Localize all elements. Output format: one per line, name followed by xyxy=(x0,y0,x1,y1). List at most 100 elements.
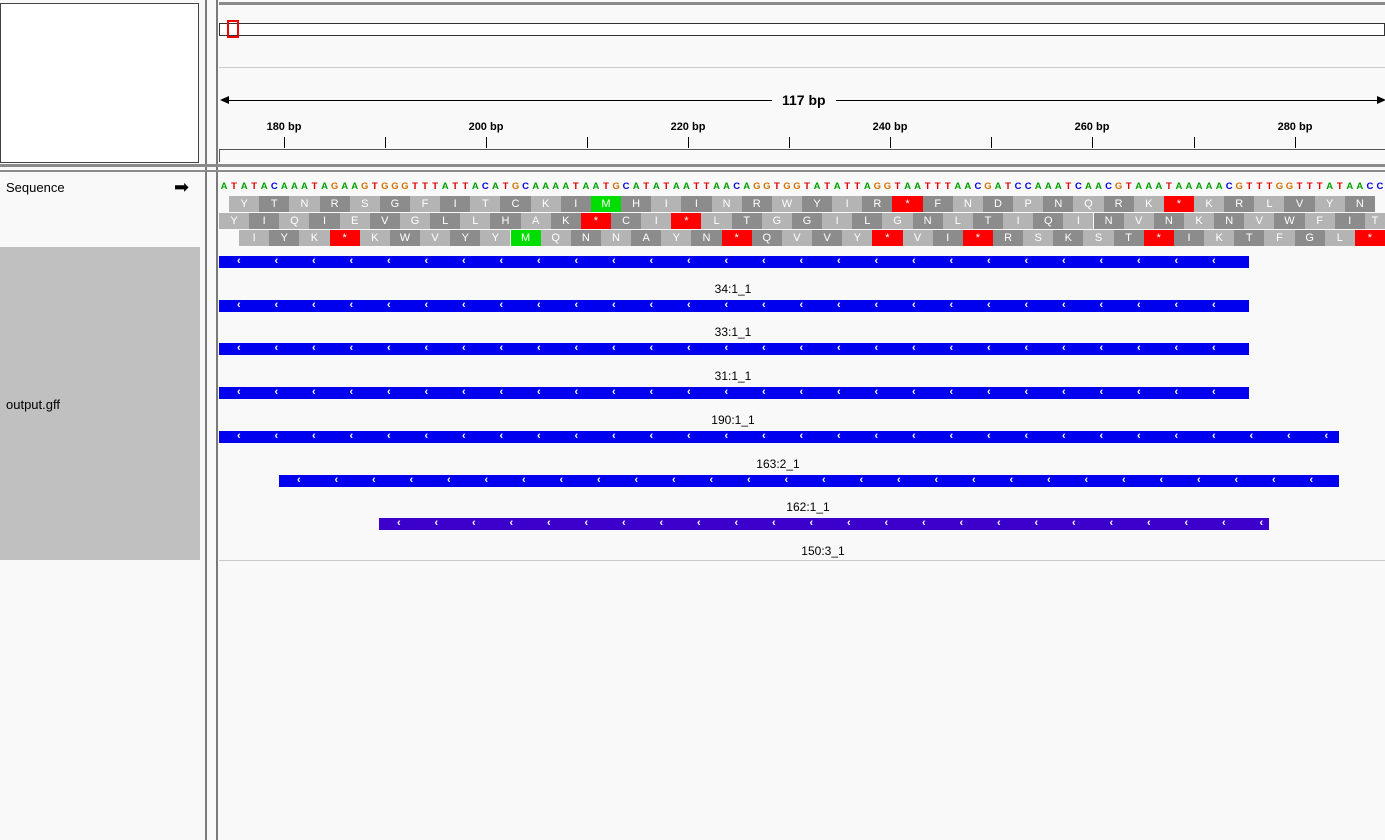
strand-chevron-icon: ‹ xyxy=(499,343,504,354)
base: A xyxy=(632,181,640,192)
strand-chevron-icon: ‹ xyxy=(574,431,579,442)
base: T xyxy=(643,181,650,192)
sequence-track-label[interactable]: Sequence xyxy=(6,180,65,195)
strand-chevron-icon: ‹ xyxy=(1174,300,1179,311)
strand-chevron-icon: ‹ xyxy=(387,387,391,398)
feature-bar[interactable]: ‹ ‹ ‹ ‹ ‹ ‹ ‹ ‹ ‹ ‹ ‹ ‹ ‹ ‹ ‹ ‹ ‹ ‹ ‹ ‹ ‹ ‹ ‹ ‹ xyxy=(379,518,1269,530)
strand-chevron-icon: ‹ xyxy=(297,475,301,486)
strand-chevron-icon: ‹ xyxy=(949,300,954,311)
chromosome-ideogram[interactable] xyxy=(219,23,1385,36)
strand-chevron-icon: ‹ xyxy=(499,256,504,267)
strand-chevron-icon: ‹ xyxy=(884,518,889,529)
amino-acid: I xyxy=(641,213,672,229)
strand-chevron-icon: ‹ xyxy=(462,256,466,267)
base: T xyxy=(432,181,439,192)
amino-acid: * xyxy=(872,230,903,246)
base: G xyxy=(793,181,801,192)
amino-acid: Q xyxy=(1073,196,1104,212)
amino-acid: R xyxy=(992,230,1024,246)
strand-chevron-icon: ‹ xyxy=(612,256,616,267)
strand-chevron-icon: ‹ xyxy=(972,475,976,486)
amino-acid: Y xyxy=(842,230,873,246)
strand-chevron-icon: ‹ xyxy=(312,431,316,442)
amino-acid: K xyxy=(1133,196,1164,212)
amino-acid: * xyxy=(671,213,702,229)
feature-bar[interactable]: ‹ ‹ ‹ ‹ ‹ ‹ ‹ ‹ ‹ ‹ ‹ ‹ ‹ ‹ ‹ ‹ ‹ ‹ ‹ ‹ ‹ ‹ ‹ ‹ ‹ ‹ ‹ ‹ xyxy=(279,475,1339,487)
strand-chevron-icon: ‹ xyxy=(747,475,751,486)
feature-bar[interactable]: ‹ ‹ ‹ ‹ ‹ ‹ ‹ ‹ ‹ ‹ ‹ ‹ ‹ ‹ ‹ ‹ ‹ ‹ ‹ ‹ ‹ ‹ ‹ ‹ ‹ ‹ ‹ ‹ ‹ ‹ xyxy=(219,431,1339,443)
strand-chevron-icon: ‹ xyxy=(1099,431,1104,442)
strand-chevron-icon: ‹ xyxy=(1184,518,1189,529)
amino-acid: F xyxy=(1264,230,1295,246)
amino-acid: T xyxy=(1364,213,1385,229)
amino-acid: T xyxy=(470,196,501,212)
amino-acid: I xyxy=(681,196,712,212)
strand-chevron-icon: ‹ xyxy=(1024,256,1029,267)
feature-bar[interactable]: ‹ ‹ ‹ ‹ ‹ ‹ ‹ ‹ ‹ ‹ ‹ ‹ ‹ ‹ ‹ ‹ ‹ ‹ ‹ ‹ ‹ ‹ ‹ ‹ ‹ ‹ ‹ xyxy=(219,343,1249,355)
strand-chevron-icon: ‹ xyxy=(509,518,514,529)
amino-acid: Y xyxy=(661,230,692,246)
base: T xyxy=(824,181,831,192)
amino-acid: V xyxy=(1284,196,1315,212)
strand-chevron-icon: ‹ xyxy=(537,387,541,398)
strand-chevron-icon: ‹ xyxy=(874,256,879,267)
amino-acid: G xyxy=(882,213,913,229)
strand-chevron-icon: ‹ xyxy=(612,300,616,311)
strand-chevron-icon: ‹ xyxy=(1084,475,1089,486)
base: T xyxy=(693,181,700,192)
feature-bar[interactable]: ‹ ‹ ‹ ‹ ‹ ‹ ‹ ‹ ‹ ‹ ‹ ‹ ‹ ‹ ‹ ‹ ‹ ‹ ‹ ‹ ‹ ‹ ‹ ‹ ‹ ‹ ‹ xyxy=(219,387,1249,399)
strand-chevron-icon: ‹ xyxy=(762,387,766,398)
amino-acid: G xyxy=(399,213,431,229)
strand-chevron-icon: ‹ xyxy=(1137,256,1141,267)
amino-acid: C xyxy=(611,213,642,229)
ruler-tick xyxy=(284,137,285,148)
strand-chevron-icon: ‹ xyxy=(597,475,601,486)
strand-chevron-icon: ‹ xyxy=(312,343,316,354)
strand-chevron-icon: ‹ xyxy=(1234,475,1239,486)
strand-chevron-icon: ‹ xyxy=(462,343,466,354)
base: A xyxy=(1326,181,1334,192)
strand-chevron-icon: ‹ xyxy=(574,343,579,354)
strand-chevron-icon: ‹ xyxy=(499,387,504,398)
feature-track-label[interactable]: output.gff xyxy=(6,397,60,412)
base: A xyxy=(552,181,560,192)
strand-arrow-icon[interactable]: ➡ xyxy=(174,178,189,196)
base: A xyxy=(1346,181,1354,192)
strand-chevron-icon: ‹ xyxy=(912,256,916,267)
base: A xyxy=(904,181,911,192)
base: A xyxy=(1155,181,1163,192)
base: A xyxy=(672,181,680,192)
amino-acid: Y xyxy=(1314,196,1345,212)
amino-acid: T xyxy=(731,213,762,229)
current-region-marker[interactable] xyxy=(227,20,239,38)
panel-divider[interactable] xyxy=(205,0,207,840)
strand-chevron-icon: ‹ xyxy=(784,475,789,486)
feature-bar[interactable]: ‹ ‹ ‹ ‹ ‹ ‹ ‹ ‹ ‹ ‹ ‹ ‹ ‹ ‹ ‹ ‹ ‹ ‹ ‹ ‹ ‹ ‹ ‹ ‹ ‹ ‹ ‹ xyxy=(219,300,1249,312)
strand-chevron-icon: ‹ xyxy=(837,256,841,267)
base: T xyxy=(502,181,509,192)
base: G xyxy=(1114,181,1123,192)
amino-acid: C xyxy=(500,196,531,212)
amino-acid: E xyxy=(339,213,370,229)
strand-chevron-icon: ‹ xyxy=(1062,431,1066,442)
strand-chevron-icon: ‹ xyxy=(1122,475,1126,486)
strand-chevron-icon: ‹ xyxy=(312,256,316,267)
strand-chevron-icon: ‹ xyxy=(1062,343,1066,354)
strand-chevron-icon: ‹ xyxy=(949,387,954,398)
base: T xyxy=(452,181,459,192)
dna-sequence[interactable]: ATATACAAATAGAAGTGGGTTTATTACATGCAAAATAATG… xyxy=(219,181,1385,194)
base: A xyxy=(723,181,731,192)
strand-chevron-icon: ‹ xyxy=(1159,475,1164,486)
base: G xyxy=(361,181,369,192)
amino-acid: Q xyxy=(279,213,310,229)
amino-acid: Y xyxy=(269,230,300,246)
base: T xyxy=(1165,181,1172,192)
strand-chevron-icon: ‹ xyxy=(349,300,354,311)
feature-bar[interactable]: ‹ ‹ ‹ ‹ ‹ ‹ ‹ ‹ ‹ ‹ ‹ ‹ ‹ ‹ ‹ ‹ ‹ ‹ ‹ ‹ ‹ ‹ ‹ ‹ ‹ ‹ ‹ xyxy=(219,256,1249,268)
ideogram-separator xyxy=(219,67,1385,68)
strand-chevron-icon: ‹ xyxy=(799,256,804,267)
amino-acid: R xyxy=(862,196,893,212)
amino-acid: N xyxy=(1344,196,1375,212)
strand-chevron-icon: ‹ xyxy=(997,518,1001,529)
amino-acid: L xyxy=(460,213,491,229)
